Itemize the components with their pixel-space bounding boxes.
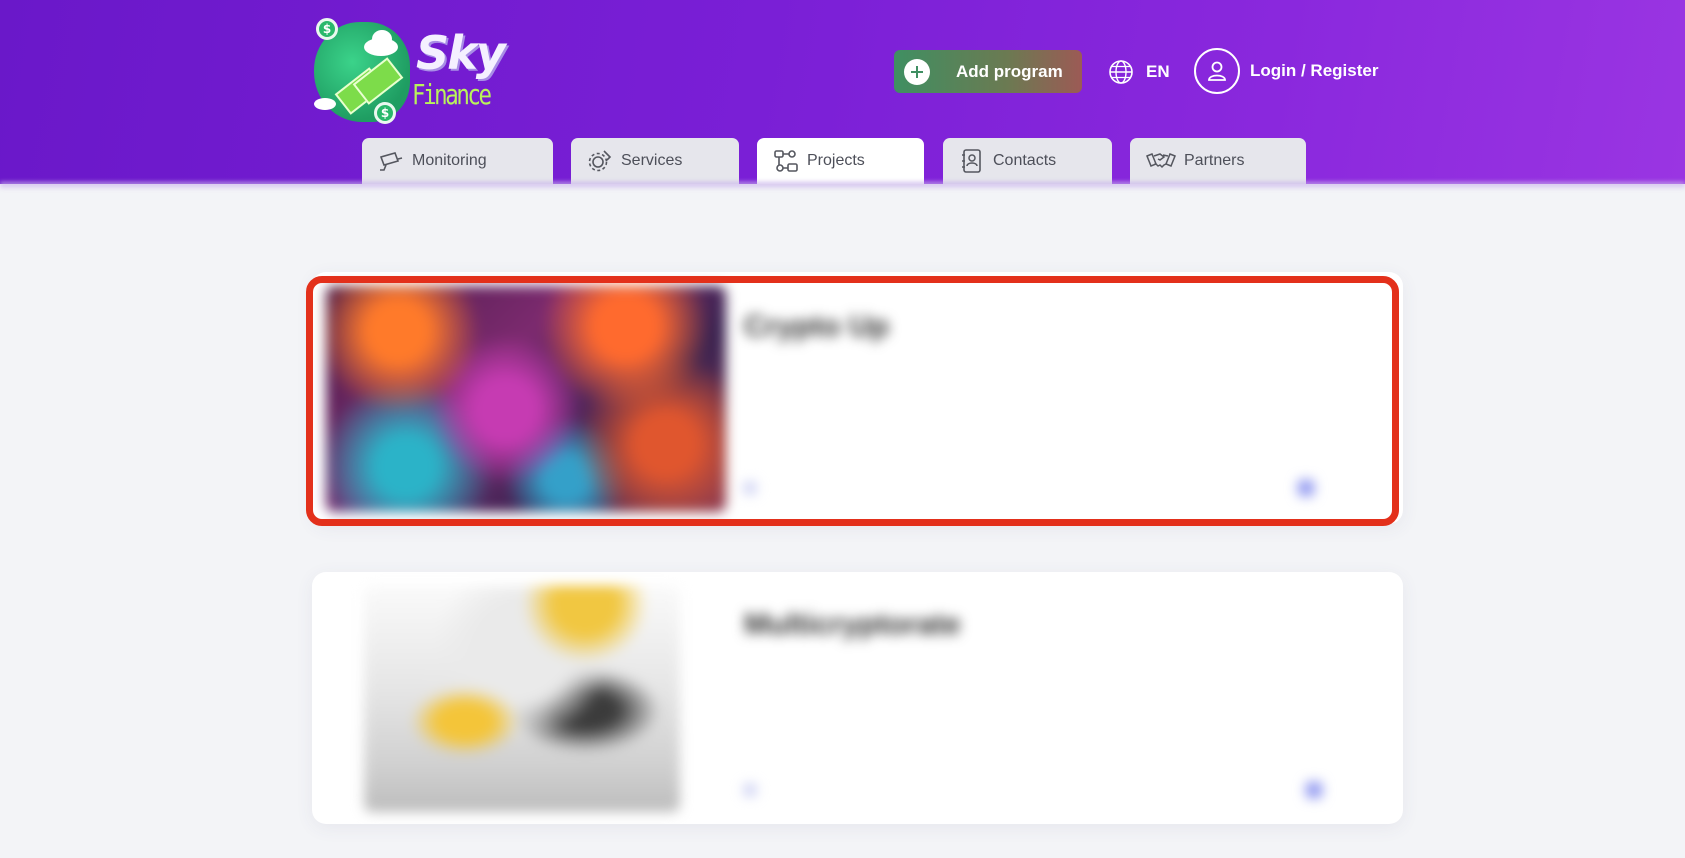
project-image — [326, 286, 726, 512]
tab-label: Contacts — [993, 152, 1057, 169]
login-register-link[interactable]: Login / Register — [1194, 48, 1378, 94]
sky-finance-logo[interactable]: $ $ Sky Finance — [310, 14, 506, 126]
tab-label: Partners — [1184, 152, 1245, 169]
handshake-icon — [1146, 153, 1176, 169]
project-card[interactable]: Crypto Up — [312, 272, 1403, 524]
cctv-camera-icon — [379, 152, 403, 171]
project-meta-left — [744, 482, 764, 494]
project-title: Multicryptorate — [744, 608, 961, 641]
project-meta-right — [1298, 480, 1322, 496]
project-card-content: Crypto Up — [312, 272, 1403, 524]
tab-monitoring[interactable]: Monitoring — [362, 138, 553, 184]
tab-projects[interactable]: Projects — [757, 138, 924, 184]
language-label: EN — [1146, 62, 1170, 81]
tab-contacts[interactable]: Contacts — [943, 138, 1112, 184]
plus-circle-icon — [904, 58, 930, 85]
contact-book-icon — [962, 149, 981, 173]
logo-coin: $ — [374, 102, 396, 124]
language-switcher[interactable]: EN — [1108, 58, 1170, 86]
project-meta-right — [1306, 782, 1330, 798]
tab-label: Services — [621, 152, 683, 169]
logo-finance-text: Finance — [412, 78, 492, 111]
project-card-content: Multicryptorate — [312, 572, 1403, 824]
flow-nodes-icon — [774, 150, 798, 172]
login-register-label: Login / Register — [1250, 61, 1379, 80]
project-card[interactable]: Multicryptorate — [312, 572, 1403, 824]
tab-label: Projects — [807, 152, 865, 169]
tab-label: Monitoring — [412, 152, 487, 169]
logo-cloud — [314, 98, 336, 110]
tab-partners[interactable]: Partners — [1130, 138, 1306, 184]
site-header: $ $ Sky Finance Add program EN Login / R… — [0, 0, 1685, 184]
add-program-label: Add program — [956, 61, 1063, 81]
project-image — [364, 586, 680, 812]
project-meta-left — [744, 784, 764, 796]
user-icon — [1194, 48, 1240, 94]
logo-sky-text: Sky — [416, 26, 506, 80]
globe-icon — [1109, 60, 1133, 84]
tab-services[interactable]: Services — [571, 138, 739, 184]
gear-wrench-icon — [588, 150, 612, 172]
logo-cloud — [372, 30, 392, 48]
add-program-button[interactable]: Add program — [894, 50, 1082, 93]
project-title: Crypto Up — [744, 310, 889, 343]
logo-coin: $ — [316, 18, 338, 40]
